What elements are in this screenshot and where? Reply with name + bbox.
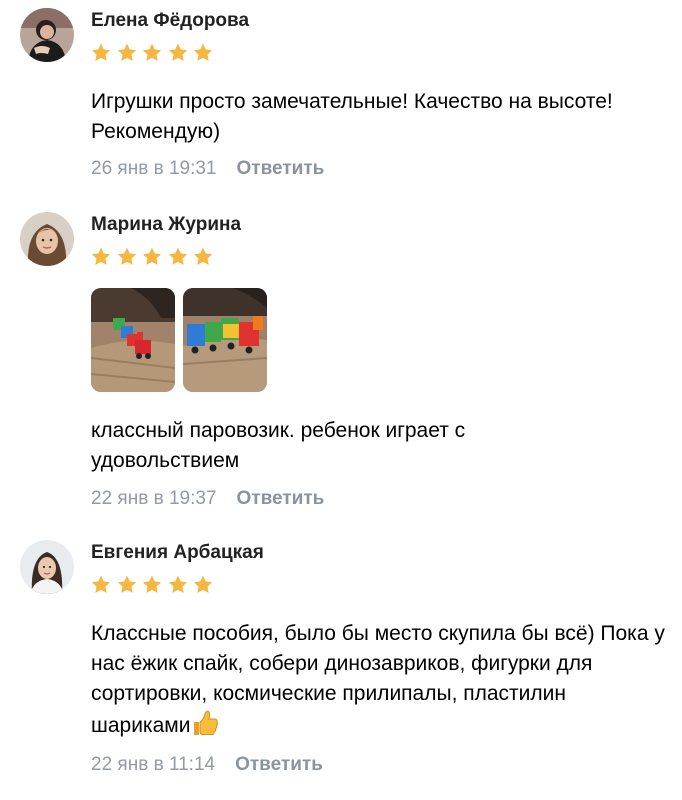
review-text: Классные пособия, было бы место скупила … — [91, 619, 671, 741]
star-icon — [141, 574, 163, 596]
review-meta: 22 янв в 19:37 Ответить — [91, 488, 324, 510]
review-date: 26 янв в 19:31 — [91, 158, 217, 179]
star-icon — [90, 574, 112, 596]
avatar[interactable] — [20, 212, 74, 266]
review-item: Елена Фёдорова Игрушки просто замечатель… — [0, 8, 682, 188]
star-icon — [116, 42, 138, 64]
review-date: 22 янв в 11:14 — [91, 754, 216, 775]
star-icon — [167, 246, 189, 268]
reply-button[interactable]: Ответить — [235, 754, 323, 775]
avatar[interactable] — [20, 8, 74, 62]
star-icon — [141, 42, 163, 64]
author-name[interactable]: Елена Фёдорова — [91, 10, 249, 32]
star-icon — [192, 246, 214, 268]
star-icon — [167, 42, 189, 64]
star-icon — [90, 246, 112, 268]
rating-stars — [90, 574, 218, 596]
star-icon — [90, 42, 112, 64]
rating-stars — [90, 246, 218, 268]
review-meta: 26 янв в 19:31 Ответить — [91, 158, 324, 180]
thumbs-up-icon — [191, 709, 219, 737]
star-icon — [192, 574, 214, 596]
review-item: Марина Журина классный паровозик. ребено… — [0, 212, 682, 512]
review-text-body: Классные пособия, было бы место скупила … — [91, 622, 665, 737]
reply-button[interactable]: Ответить — [237, 158, 325, 179]
star-icon — [116, 246, 138, 268]
review-text: классный паровозик. ребенок играет с удо… — [91, 419, 466, 472]
star-icon — [192, 42, 214, 64]
review-date: 22 янв в 19:37 — [91, 488, 217, 509]
star-icon — [141, 246, 163, 268]
review-item: Евгения Арбацкая Классные пособия, было … — [0, 540, 682, 800]
photo-gallery — [91, 288, 275, 392]
review-meta: 22 янв в 11:14 Ответить — [91, 754, 323, 776]
avatar[interactable] — [20, 540, 74, 594]
reply-button[interactable]: Ответить — [237, 488, 325, 509]
star-icon — [167, 574, 189, 596]
review-photo[interactable] — [183, 288, 267, 392]
review-text: Игрушки просто замечательные! Качество н… — [91, 90, 613, 143]
star-icon — [116, 574, 138, 596]
review-photo[interactable] — [91, 288, 175, 392]
author-name[interactable]: Евгения Арбацкая — [91, 542, 264, 564]
author-name[interactable]: Марина Журина — [91, 214, 241, 236]
rating-stars — [90, 42, 218, 64]
